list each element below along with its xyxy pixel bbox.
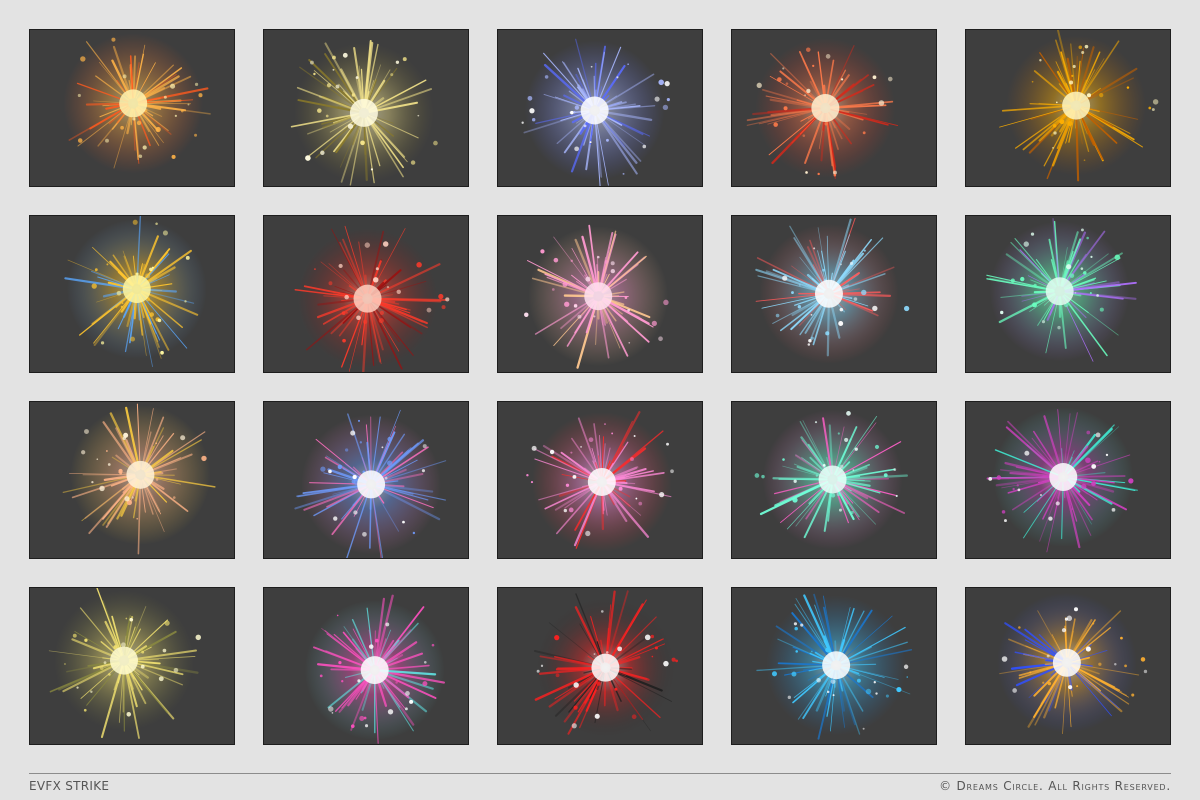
effect-thumbnail-peach-halo-burst: [29, 401, 235, 559]
effect-illustration: [986, 218, 1137, 362]
effect-core: [1045, 277, 1074, 306]
effect-core: [587, 467, 616, 496]
effect-illustration: [999, 30, 1159, 182]
footer-title: EVFX STRIKE: [29, 779, 110, 793]
effect-thumbnail-cyan-red-cross-burst: [731, 215, 937, 373]
effect-thumbnail-blue-sparkle-swirl: [497, 29, 703, 187]
effect-core: [109, 646, 138, 675]
effect-thumbnail-magenta-teal-burst: [731, 401, 937, 559]
effect-core: [360, 656, 389, 685]
effect-thumbnail-pink-red-burst: [497, 401, 703, 559]
effect-core: [1062, 91, 1091, 120]
effect-illustration: [294, 409, 447, 558]
effect-core: [811, 94, 840, 123]
effect-illustration: [64, 216, 207, 367]
effect-core: [119, 89, 148, 118]
effect-illustration: [986, 407, 1138, 553]
effect-thumbnail-cyan-cone-blast: [731, 587, 937, 745]
effect-thumbnail-orange-blue-fireball: [965, 587, 1171, 745]
effect-thumbnail-hot-pink-burst: [263, 587, 469, 745]
effect-core: [349, 98, 378, 127]
effect-thumbnail-pink-firework-trails: [497, 215, 703, 373]
effect-thumbnail-yellow-spike-burst: [263, 29, 469, 187]
effect-illustration: [48, 588, 201, 739]
effect-thumbnail-red-column-explosion: [731, 29, 937, 187]
effect-illustration: [63, 33, 211, 174]
effect-core: [1052, 648, 1081, 677]
effect-core: [357, 470, 386, 499]
effect-thumbnail-olive-yellow-burst: [29, 587, 235, 745]
effect-illustration: [290, 40, 438, 186]
effect-core: [818, 465, 847, 494]
effect-thumbnail-orange-glow-explosion: [965, 29, 1171, 187]
effect-illustration: [62, 403, 216, 555]
effect-core: [353, 284, 382, 313]
effect-core: [822, 651, 851, 680]
effect-thumbnail-purple-teal-spark: [965, 401, 1171, 559]
effect-thumbnail-ring-burst: [29, 29, 235, 187]
effect-illustration: [526, 411, 674, 552]
effect-thumbnail-yellow-blue-streak: [29, 215, 235, 373]
effect-thumbnail-red-crimson-burst: [263, 215, 469, 373]
effect-core: [126, 460, 155, 489]
effects-sheet: EVFX STRIKE © Dreams Circle. All Rights …: [0, 0, 1200, 800]
effect-thumbnail-blue-star-burst: [263, 401, 469, 559]
effect-illustration: [996, 592, 1148, 735]
effect-illustration: [756, 593, 913, 740]
effect-thumbnail-teal-purple-arc: [965, 215, 1171, 373]
effect-illustration: [533, 590, 679, 738]
effect-core: [591, 653, 620, 682]
effect-thumbnail-red-black-splatter: [497, 587, 703, 745]
effect-core: [814, 279, 843, 308]
footer-copyright: © Dreams Circle. All Rights Reserved.: [939, 779, 1171, 793]
effect-core: [1049, 463, 1078, 492]
effect-illustration: [746, 38, 899, 180]
effect-illustration: [755, 217, 910, 364]
effect-illustration: [294, 225, 450, 372]
effect-core: [584, 282, 613, 311]
footer-divider: [29, 773, 1171, 774]
effect-core: [122, 275, 151, 304]
effect-illustration: [304, 594, 445, 744]
effect-core: [580, 96, 609, 125]
effect-illustration: [521, 38, 670, 186]
effect-illustration: [524, 224, 669, 369]
effect-illustration: [754, 409, 908, 550]
